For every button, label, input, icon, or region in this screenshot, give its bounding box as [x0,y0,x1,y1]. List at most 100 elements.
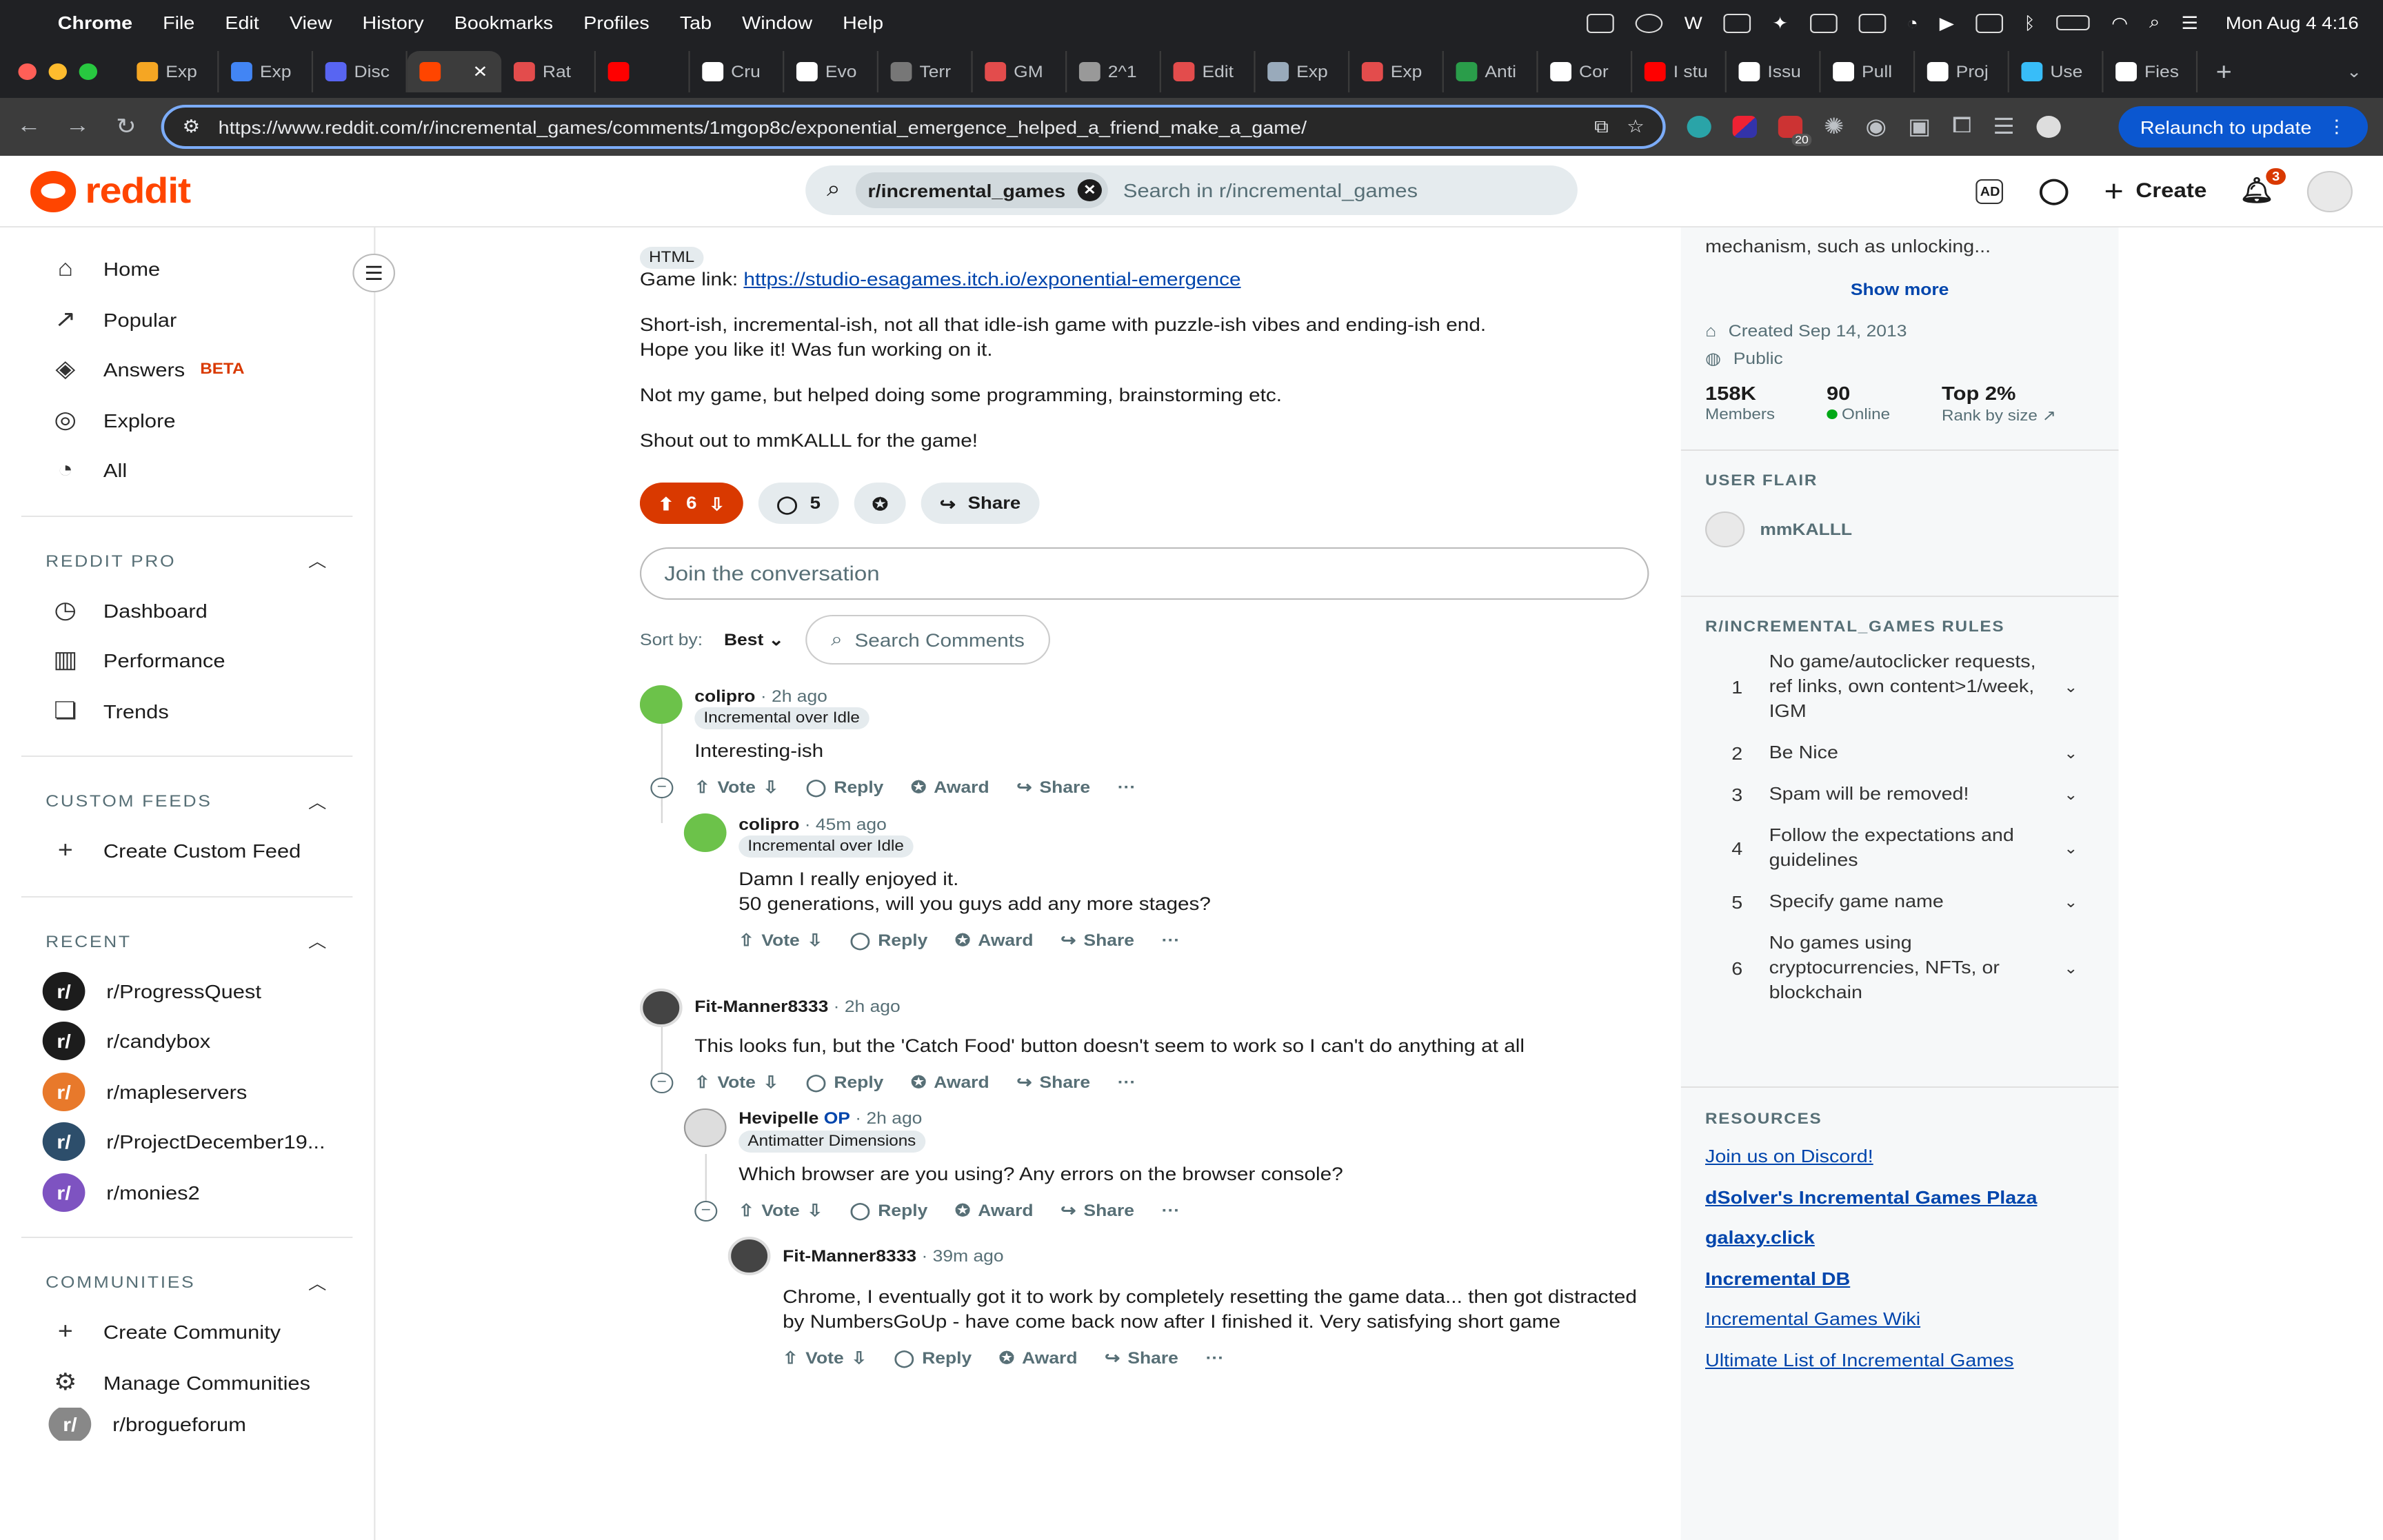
status-icon[interactable]: ✦ [1772,12,1788,33]
menubar-clock[interactable]: Mon Aug 4 4:16 [2226,13,2359,32]
reply-button[interactable]: ◯ Reply [806,1073,884,1092]
resource-link[interactable]: galaxy.click [1705,1227,2094,1248]
browser-tab[interactable]: Evo [784,51,878,92]
award-button[interactable]: ✪ Award [955,931,1034,950]
upvote-icon[interactable]: ⇧ [738,1201,754,1220]
comment-time[interactable]: 2h ago [866,1108,922,1128]
battery-icon[interactable] [2056,15,2091,30]
extension-icon[interactable] [1687,116,1711,138]
back-button[interactable]: ← [15,114,43,139]
menu-tab[interactable]: Tab [680,12,712,33]
more-options-icon[interactable]: ··· [1118,778,1136,797]
more-options-icon[interactable]: ··· [1118,1073,1136,1092]
comments-button[interactable]: ◯ 5 [758,483,839,524]
manage-communities[interactable]: ⚙ Manage Communities [21,1357,352,1408]
menu-history[interactable]: History [363,12,424,33]
reply-button[interactable]: ◯ Reply [850,931,928,950]
rule-item[interactable]: 5 Specify game name ⌄ [1705,881,2094,922]
award-button[interactable]: ✪ Award [955,1201,1034,1220]
close-window-button[interactable] [18,63,37,80]
reload-button[interactable]: ↻ [112,113,140,141]
comment-time[interactable]: 39m ago [933,1246,1004,1266]
comment-author[interactable]: Fit-Manner8333 [694,997,828,1016]
join-conversation-input[interactable]: Join the conversation [639,547,1649,600]
bookmark-star-icon[interactable]: ☆ [1627,116,1645,138]
chat-icon[interactable]: ◯ [2037,176,2070,206]
commenter-avatar[interactable] [727,1237,771,1275]
browser-tab[interactable]: Cru [690,51,785,92]
commenter-avatar[interactable] [683,1108,727,1147]
browser-tab[interactable] [596,51,690,92]
browser-tab[interactable]: I stu [1632,51,1727,92]
game-link[interactable]: https://studio-esagames.itch.io/exponent… [743,269,1240,290]
vote-button[interactable]: ⇧ Vote ⇩ [694,1073,778,1092]
resource-link[interactable]: Incremental DB [1705,1268,2094,1288]
status-icon[interactable] [1587,13,1615,32]
recent-community-item[interactable]: r/r/mapleservers [21,1066,352,1117]
status-icon[interactable] [1809,13,1837,32]
search-comments-input[interactable]: ⌕ Search Comments [805,615,1051,665]
site-info-icon[interactable]: ⚙ [182,116,200,138]
wifi-icon[interactable]: ◠ [2111,12,2128,33]
status-icon[interactable]: ◔ [1907,13,1918,32]
browser-tab[interactable]: Cor [1538,51,1633,92]
minimize-window-button[interactable] [48,63,67,80]
sort-dropdown[interactable]: Best ⌄ [724,630,784,649]
extension-icon[interactable]: ▣ [1908,113,1931,141]
comment-author[interactable]: Hevipelle [738,1108,818,1128]
share-button[interactable]: ↪ Share [1060,1201,1134,1220]
address-bar[interactable]: ⚙ https://www.reddit.com/r/incremental_g… [161,105,1666,149]
extension-icon[interactable]: 20 [1778,116,1812,146]
profile-avatar[interactable] [2035,116,2061,138]
award-button[interactable]: ✪ Award [911,1073,989,1092]
browser-tab[interactable]: Rat [501,51,596,92]
vote-button[interactable]: ⇧ Vote ⇩ [738,931,823,950]
status-icon[interactable]: ▶ [1940,12,1954,33]
commenter-avatar[interactable] [639,989,683,1027]
subreddit-search-chip[interactable]: r/incremental_games ✕ [855,172,1108,208]
resource-link[interactable]: dSolver's Incremental Games Plaza [1705,1186,2094,1207]
browser-tab[interactable]: Disc [313,51,408,92]
comment-time[interactable]: 2h ago [772,687,827,706]
share-button[interactable]: ↪ Share [1016,778,1090,797]
zoom-window-button[interactable] [79,63,98,80]
sidebar-item-trends[interactable]: ❏ Trends [21,686,352,736]
collapse-thread-button[interactable]: − [650,1073,674,1093]
reply-button[interactable]: ◯ Reply [806,778,884,797]
user-flair-preview[interactable]: mmKALLL [1705,511,1852,547]
show-more-button[interactable]: Show more [1705,280,2094,299]
recent-community-item[interactable]: r/r/candybox [21,1016,352,1066]
status-icon[interactable] [1975,13,2003,32]
status-icon[interactable]: W [1685,13,1702,32]
reply-button[interactable]: ◯ Reply [850,1201,928,1220]
menu-bookmarks[interactable]: Bookmarks [454,12,553,33]
share-button[interactable]: ↪ Share [921,483,1039,524]
community-item[interactable]: r/r/brogueforum [21,1408,352,1441]
rank-row[interactable]: Rank by size ↗ [1942,407,2056,425]
browser-tab[interactable]: Use [2009,51,2104,92]
control-center-icon[interactable]: ☰ [2181,12,2198,33]
create-community[interactable]: + Create Community [21,1307,352,1357]
browser-tab[interactable]: Proj [1915,51,2009,92]
commenter-avatar[interactable] [683,813,727,852]
browser-tab[interactable]: Fies [2103,51,2198,92]
bluetooth-icon[interactable]: ᛒ [2024,13,2035,32]
browser-tab[interactable]: Issu [1727,51,1821,92]
status-icon[interactable] [1858,13,1886,32]
forward-button[interactable]: → [64,114,92,139]
menu-profiles[interactable]: Profiles [583,12,650,33]
more-options-icon[interactable]: ··· [1162,1201,1180,1220]
more-options-icon[interactable]: ··· [1162,931,1180,950]
browser-tab[interactable]: Edit [1161,51,1256,92]
spotlight-icon[interactable]: ⌕ [2149,12,2160,33]
resource-link[interactable]: Join us on Discord! [1705,1146,2094,1166]
recent-community-item[interactable]: r/r/ProgressQuest [21,966,352,1016]
browser-tab[interactable]: Terr [878,51,973,92]
vote-button[interactable]: ⇧ Vote ⇩ [694,778,778,797]
menu-view[interactable]: View [290,12,332,33]
sidebar-item-popular[interactable]: ↗ Popular [21,294,352,345]
close-tab-icon[interactable]: ✕ [472,62,487,81]
search-bar[interactable]: ⌕ r/incremental_games ✕ Search in r/incr… [805,165,1578,215]
upvote-icon[interactable]: ⇧ [738,931,754,950]
extension-icon[interactable]: ◉ [1865,113,1887,141]
